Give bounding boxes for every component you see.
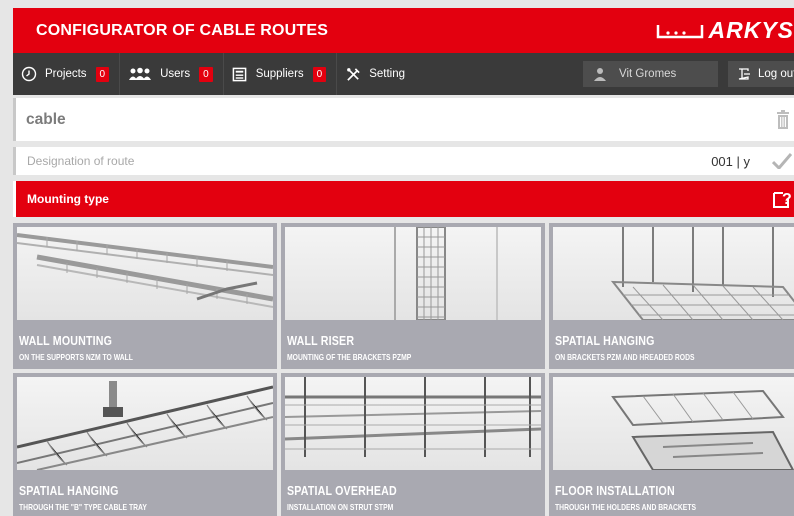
mounting-option-tile[interactable]: WALL RISER MOUNTING OF THE BRACKETS PZMP	[281, 223, 545, 369]
app-header: CONFIGURATOR OF CABLE ROUTES ARKYS	[13, 8, 794, 53]
users-icon	[128, 66, 152, 82]
brand-logo: ARKYS	[656, 8, 794, 53]
help-icon[interactable]: ?	[772, 189, 792, 209]
tile-title: SPATIAL HANGING	[19, 483, 119, 498]
tile-subtitle: INSTALLATION ON STRUT STPM	[287, 502, 394, 512]
nav-label-users: Users	[160, 68, 191, 80]
svg-text:?: ?	[782, 191, 792, 208]
mounting-type-label: Mounting type	[27, 192, 109, 206]
tile-subtitle: THROUGH THE HOLDERS AND BRACKETS	[555, 502, 697, 512]
tile-title: SPATIAL HANGING	[555, 333, 655, 348]
checkmark-icon[interactable]	[772, 153, 792, 169]
tools-icon	[345, 66, 361, 82]
route-code: 001 | y	[711, 153, 750, 169]
mounting-option-tile[interactable]: FLOOR INSTALLATION THROUGH THE HOLDERS A…	[549, 373, 794, 516]
tile-title: FLOOR INSTALLATION	[555, 483, 675, 498]
suppliers-count-badge: 0	[312, 66, 327, 82]
configurator-page: CONFIGURATOR OF CABLE ROUTES ARKYS Proje…	[0, 0, 794, 516]
mounting-option-tile[interactable]: SPATIAL HANGING ON BRACKETS PZM AND HREA…	[549, 223, 794, 369]
wall-riser-image	[285, 227, 541, 320]
spatial-overhead-image	[285, 377, 541, 470]
logout-icon	[738, 68, 750, 80]
trash-icon[interactable]	[776, 109, 790, 130]
tile-title: WALL RISER	[287, 333, 355, 348]
tile-title: WALL MOUNTING	[19, 333, 113, 348]
nav-label-suppliers: Suppliers	[255, 68, 304, 80]
logout-button[interactable]: Log out	[728, 61, 794, 87]
route-designation-row[interactable]: Designation of route 001 | y	[13, 147, 794, 175]
projects-count-badge: 0	[95, 66, 110, 82]
app-title: CONFIGURATOR OF CABLE ROUTES	[36, 21, 329, 39]
current-user[interactable]: Vit Gromes	[583, 61, 718, 87]
suppliers-icon	[232, 66, 248, 82]
nav-label-projects: Projects	[45, 68, 87, 80]
logout-label: Log out	[758, 68, 794, 80]
cable-name-value[interactable]: cable	[26, 111, 66, 129]
users-count-badge: 0	[199, 66, 213, 82]
wall-mounting-image	[17, 227, 273, 320]
user-icon	[593, 67, 607, 81]
logo-text: ARKYS	[708, 17, 794, 43]
user-name: Vit Gromes	[619, 68, 677, 80]
nav-item-setting[interactable]: Setting	[337, 53, 415, 95]
nav-item-projects[interactable]: Projects 0	[13, 53, 121, 95]
tile-subtitle: ON THE SUPPORTS NZM TO WALL	[19, 352, 133, 362]
mounting-option-tile[interactable]: SPATIAL OVERHEAD INSTALLATION ON STRUT S…	[281, 373, 545, 516]
tile-subtitle: MOUNTING OF THE BRACKETS PZMP	[287, 352, 412, 362]
nav-item-suppliers[interactable]: Suppliers 0	[224, 53, 338, 95]
spatial-hanging-image	[553, 227, 794, 320]
b-type-tray-image	[17, 377, 273, 470]
tile-title: SPATIAL OVERHEAD	[287, 483, 397, 498]
cable-name-row[interactable]: cable	[13, 98, 794, 141]
nav-label-setting: Setting	[369, 68, 406, 80]
logo-mark-icon	[657, 24, 704, 38]
floor-installation-image	[553, 377, 794, 470]
nav-item-users[interactable]: Users 0	[120, 53, 224, 95]
tile-subtitle: THROUGH THE "B" TYPE CABLE TRAY	[19, 502, 147, 512]
tile-subtitle: ON BRACKETS PZM AND HREADED RODS	[555, 352, 695, 362]
mounting-option-tile[interactable]: SPATIAL HANGING THROUGH THE "B" TYPE CAB…	[13, 373, 277, 516]
route-designation-label: Designation of route	[27, 154, 135, 168]
main-navigation: Projects 0 Users 0 Suppliers 0 Setting V…	[13, 53, 794, 95]
mounting-option-tile[interactable]: WALL MOUNTING ON THE SUPPORTS NZM TO WAL…	[13, 223, 277, 369]
clock-icon	[21, 66, 37, 82]
mounting-type-header: Mounting type ?	[13, 181, 794, 217]
